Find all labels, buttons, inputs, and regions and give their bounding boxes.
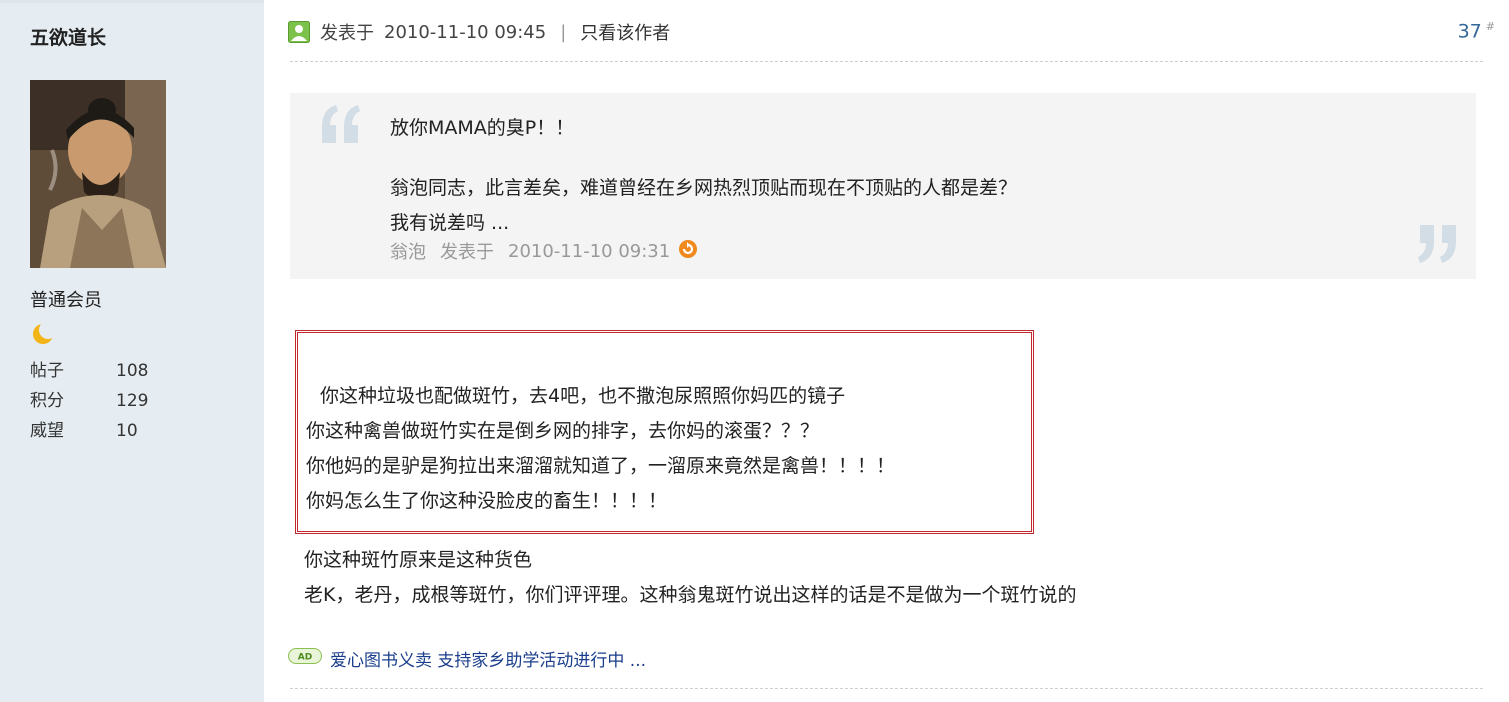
jump-to-post-icon[interactable] [678, 239, 698, 264]
boxed-line: 你他妈的是驴是狗拉出来溜溜就知道了，一溜原来竟然是禽兽！！！！ [306, 455, 896, 477]
only-author-link[interactable]: 只看该作者 [580, 19, 670, 45]
ad-icon: AD [288, 648, 322, 669]
stat-label: 威望 [30, 421, 64, 441]
quote-meta: 翁泡 发表于 2010-11-10 09:31 [390, 238, 698, 264]
moon-icon [30, 321, 57, 351]
member-rank: 普通会员 [30, 290, 102, 311]
stat-posts: 帖子 108 [30, 356, 230, 381]
quote-datetime: 2010-11-10 09:31 [508, 240, 671, 262]
ad-link[interactable]: AD 爱心图书义卖 支持家乡助学活动进行中 ... [288, 646, 646, 671]
quote-block: 放你MAMA的臭P！！ 翁泡同志，此言差矣，难道曾经在乡网热烈顶贴而现在不顶贴的… [290, 93, 1476, 279]
stat-label: 帖子 [30, 361, 64, 381]
floor-value[interactable]: 37 [1458, 20, 1482, 42]
ad-text[interactable]: 爱心图书义卖 支持家乡助学活动进行中 ... [330, 646, 646, 671]
divider [290, 688, 1483, 689]
posted-prefix: 发表于 [320, 23, 374, 44]
stat-value[interactable]: 108 [116, 361, 148, 381]
divider [290, 61, 1483, 62]
author-sidebar: 五欲道长 普通会员 帖子 108 积分 129 威望 10 [0, 0, 264, 702]
stat-label: 积分 [30, 391, 64, 411]
quote-line: 翁泡同志，此言差矣，难道曾经在乡网热烈顶贴而现在不顶贴的人都是差？ [390, 177, 1018, 199]
boxed-line: 你这种垃圾也配做斑竹，去4吧，也不撒泡尿照照你妈匹的镜子 [320, 385, 846, 407]
stat-prestige: 威望 10 [30, 416, 230, 441]
quote-open-icon [318, 101, 362, 149]
stat-value: 129 [116, 391, 149, 411]
ad-badge: AD [298, 653, 312, 663]
post-content: 发表于 2010-11-10 09:45 | 只看该作者 37 # 放你MAMA的… [264, 0, 1509, 702]
boxed-line: 你妈怎么生了你这种没脸皮的畜生！！！！ [306, 490, 668, 512]
highlight-box: 你这种垃圾也配做斑竹，去4吧，也不撒泡尿照照你妈匹的镜子 你这种禽兽做斑竹实在是… [295, 330, 1034, 534]
quote-line: 我有说差吗 ... [390, 212, 510, 234]
floor-mark: # [1485, 20, 1495, 33]
author-name[interactable]: 五欲道长 [30, 23, 106, 50]
body-line: 你这种斑竹原来是这种货色 [304, 549, 533, 571]
quote-close-icon [1416, 223, 1460, 271]
online-user-icon [288, 21, 310, 43]
stat-points: 积分 129 [30, 386, 230, 411]
post-header: 发表于 2010-11-10 09:45 | 只看该作者 [288, 18, 670, 46]
quote-line: 放你MAMA的臭P！！ [390, 117, 575, 139]
body-line: 老K，老丹，成根等斑竹，你们评评理。这种翁鬼斑竹说出这样的话是不是做为一个斑竹说… [304, 584, 1077, 606]
quote-author: 翁泡 [390, 242, 426, 263]
boxed-line: 你这种禽兽做斑竹实在是倒乡网的排字，去你妈的滚蛋？？？ [306, 420, 820, 442]
floor-number[interactable]: 37 # [1458, 20, 1495, 42]
header-separator: | [560, 21, 567, 43]
avatar[interactable] [30, 80, 166, 268]
post-datetime: 2010-11-10 09:45 [384, 21, 547, 43]
stat-value: 10 [116, 421, 138, 441]
quote-posted-prefix: 发表于 [440, 242, 494, 263]
